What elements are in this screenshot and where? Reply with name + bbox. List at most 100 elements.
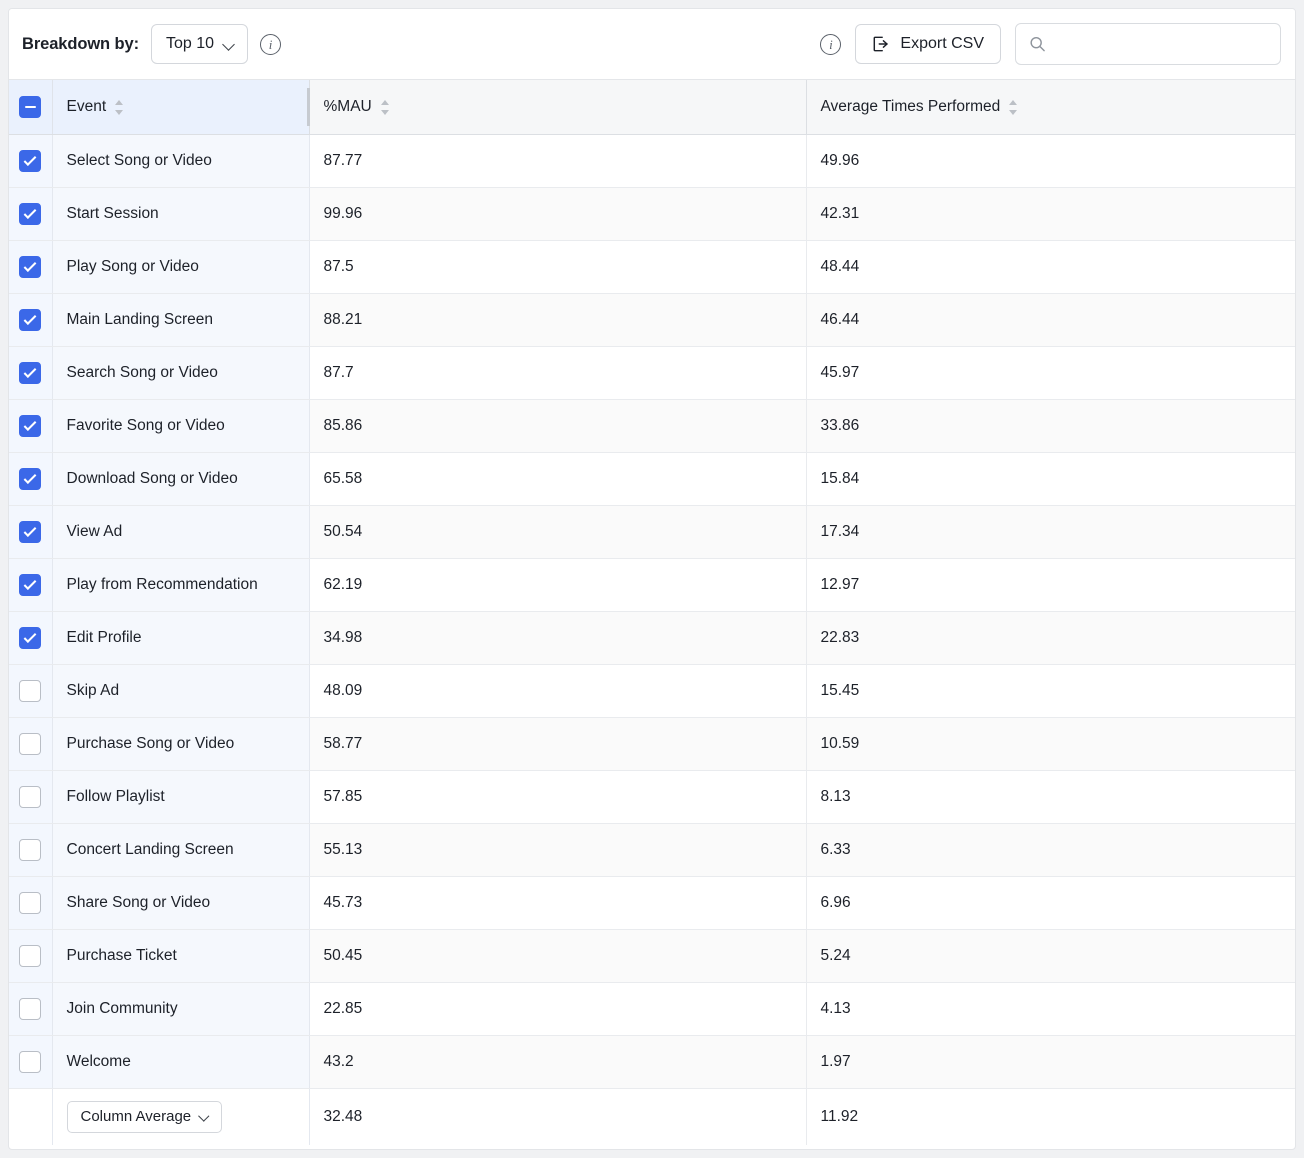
row-checkbox-checked[interactable] xyxy=(19,415,42,437)
mau-value: 50.54 xyxy=(323,523,363,540)
event-name-label: Follow Playlist xyxy=(66,788,165,805)
row-select-cell xyxy=(9,558,53,612)
sort-avg-times-icon[interactable] xyxy=(1009,99,1018,116)
event-name-cell: Main Landing Screen xyxy=(52,293,310,347)
event-name-label: Join Community xyxy=(66,1000,178,1017)
row-checkbox-checked[interactable] xyxy=(19,150,42,172)
row-select-cell xyxy=(9,346,53,400)
mau-value: 43.2 xyxy=(323,1053,354,1070)
row-checkbox-checked[interactable] xyxy=(19,627,42,649)
event-name-label: Edit Profile xyxy=(66,629,142,646)
row-select-cell xyxy=(9,664,53,718)
chevron-down-icon xyxy=(223,38,236,51)
row-checkbox-unchecked[interactable] xyxy=(19,998,42,1020)
row-select-cell xyxy=(9,823,53,877)
header-mau-cell[interactable]: %MAU xyxy=(309,80,807,135)
row-checkbox-checked[interactable] xyxy=(19,468,42,490)
mau-value: 87.7 xyxy=(323,364,354,381)
mau-value-cell: 99.96 xyxy=(309,187,807,241)
mau-value-cell: 55.13 xyxy=(309,823,807,877)
row-checkbox-unchecked[interactable] xyxy=(19,733,42,755)
mau-value-cell: 45.73 xyxy=(309,876,807,930)
mau-value-cell: 43.2 xyxy=(309,1035,807,1089)
header-event-cell[interactable]: Event xyxy=(52,80,310,135)
row-select-cell xyxy=(9,452,53,506)
row-checkbox-unchecked[interactable] xyxy=(19,892,42,914)
event-name-label: Play Song or Video xyxy=(66,258,199,275)
table-footer-row: Column Average 32.48 11.92 xyxy=(9,1088,1295,1145)
row-checkbox-checked[interactable] xyxy=(19,256,42,278)
breakdown-info-icon[interactable]: i xyxy=(260,33,282,55)
event-name-cell: Purchase Song or Video xyxy=(52,717,310,771)
check-icon xyxy=(23,153,37,166)
row-select-cell xyxy=(9,240,53,294)
sort-event-icon[interactable] xyxy=(115,99,124,116)
header-avg-times-cell[interactable]: Average Times Performed xyxy=(806,80,1295,135)
row-select-cell xyxy=(9,982,53,1036)
row-select-cell xyxy=(9,399,53,453)
avg-times-value-cell: 45.97 xyxy=(806,346,1295,400)
event-name-label: Download Song or Video xyxy=(66,470,238,487)
avg-times-value: 12.97 xyxy=(820,576,860,593)
mau-value: 62.19 xyxy=(323,576,363,593)
avg-times-value: 4.13 xyxy=(820,1000,851,1017)
row-select-cell xyxy=(9,1035,53,1089)
event-name-cell: Welcome xyxy=(52,1035,310,1089)
export-csv-label: Export CSV xyxy=(900,35,984,52)
row-checkbox-unchecked[interactable] xyxy=(19,945,42,967)
avg-times-value: 48.44 xyxy=(820,258,860,275)
event-name-cell: Edit Profile xyxy=(52,611,310,665)
row-select-cell xyxy=(9,717,53,771)
mau-value: 87.77 xyxy=(323,152,363,169)
event-name-label: Skip Ad xyxy=(66,682,120,699)
table-header-row: Event %MAU Average Times Performed xyxy=(9,80,1295,135)
row-select-cell xyxy=(9,929,53,983)
row-checkbox-unchecked[interactable] xyxy=(19,839,42,861)
event-name-cell: Play Song or Video xyxy=(52,240,310,294)
event-name-label: Purchase Song or Video xyxy=(66,735,235,752)
avg-times-value: 8.13 xyxy=(820,788,851,805)
export-csv-button[interactable]: Export CSV xyxy=(855,24,1001,64)
row-checkbox-unchecked[interactable] xyxy=(19,1051,42,1073)
avg-times-value-cell: 4.13 xyxy=(806,982,1295,1036)
avg-times-value: 42.31 xyxy=(820,205,860,222)
event-name-label: Share Song or Video xyxy=(66,894,211,911)
row-checkbox-unchecked[interactable] xyxy=(19,680,42,702)
row-checkbox-checked[interactable] xyxy=(19,574,42,596)
row-checkbox-checked[interactable] xyxy=(19,203,42,225)
sort-mau-icon[interactable] xyxy=(380,99,390,116)
table-info-icon[interactable]: i xyxy=(820,33,842,55)
check-icon xyxy=(23,577,37,590)
row-checkbox-unchecked[interactable] xyxy=(19,786,42,808)
table-head: Event %MAU Average Times Performed xyxy=(9,80,1295,135)
mau-value: 85.86 xyxy=(323,417,363,434)
check-icon xyxy=(23,524,37,537)
row-checkbox-checked[interactable] xyxy=(19,362,42,384)
event-name-cell: Skip Ad xyxy=(52,664,310,718)
table-row: View Ad 50.54 17.34 xyxy=(9,505,1295,559)
column-average-select[interactable]: Column Average xyxy=(66,1100,223,1133)
search-box[interactable] xyxy=(1015,23,1281,65)
header-mau-label: %MAU xyxy=(323,98,372,115)
row-checkbox-checked[interactable] xyxy=(19,521,42,543)
check-icon xyxy=(23,312,37,325)
search-input[interactable] xyxy=(1054,35,1280,53)
events-table: Event %MAU Average Times Performed Selec… xyxy=(9,80,1295,1145)
mau-value: 87.5 xyxy=(323,258,354,275)
breakdown-by-value: Top 10 xyxy=(165,35,215,52)
avg-times-value-cell: 22.83 xyxy=(806,611,1295,665)
mau-value: 45.73 xyxy=(323,894,363,911)
check-icon xyxy=(23,206,37,219)
footer-avg-times-cell: 11.92 xyxy=(806,1088,1295,1145)
export-icon xyxy=(873,36,889,52)
avg-times-value-cell: 5.24 xyxy=(806,929,1295,983)
footer-empty-cell xyxy=(9,1088,53,1145)
event-name-cell: Favorite Song or Video xyxy=(52,399,310,453)
breakdown-by-select[interactable]: Top 10 xyxy=(150,24,249,64)
table-row: Select Song or Video 87.77 49.96 xyxy=(9,134,1295,188)
row-checkbox-checked[interactable] xyxy=(19,309,42,331)
event-name-label: Favorite Song or Video xyxy=(66,417,225,434)
select-all-checkbox[interactable] xyxy=(19,96,42,118)
avg-times-value-cell: 15.45 xyxy=(806,664,1295,718)
event-name-cell: Concert Landing Screen xyxy=(52,823,310,877)
